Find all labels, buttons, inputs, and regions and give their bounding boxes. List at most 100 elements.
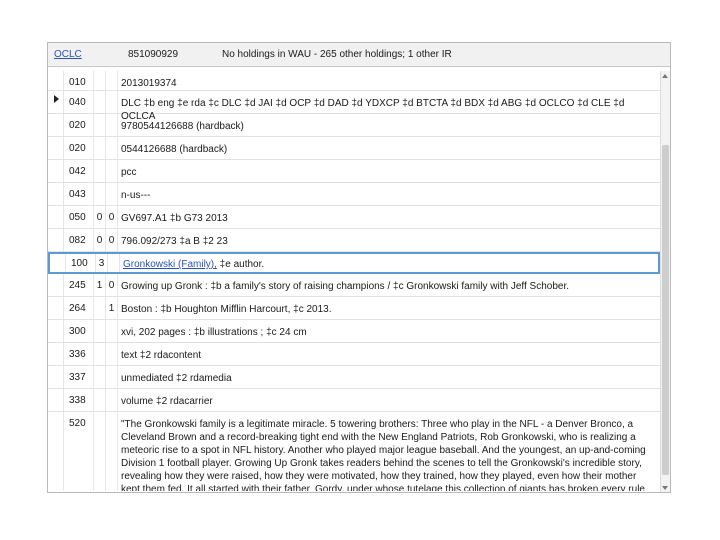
field-tag[interactable]: 300	[64, 320, 94, 342]
indicator-2[interactable]	[106, 366, 118, 388]
indicator-2[interactable]	[106, 114, 118, 136]
row-gutter	[50, 254, 66, 272]
field-value[interactable]: 9780544126688 (hardback)	[118, 114, 660, 136]
indicator-1[interactable]	[94, 114, 106, 136]
marc-field-row[interactable]: 040 DLC ‡b eng ‡e rda ‡c DLC ‡d JAI ‡d O…	[48, 91, 660, 122]
indicator-1[interactable]	[94, 320, 106, 342]
marc-field-row[interactable]: 020 0544126688 (hardback)	[48, 137, 660, 160]
field-tag[interactable]: 050	[64, 206, 94, 228]
indicator-2[interactable]: 0	[106, 206, 118, 228]
field-value[interactable]: DLC ‡b eng ‡e rda ‡c DLC ‡d JAI ‡d OCP ‡…	[118, 91, 660, 122]
row-gutter	[48, 206, 64, 228]
field-tag[interactable]: 264	[64, 297, 94, 319]
marc-field-row[interactable]: 042 pcc	[48, 160, 660, 183]
holdings-summary: No holdings in WAU - 265 other holdings;…	[222, 49, 452, 60]
field-tag[interactable]: 042	[64, 160, 94, 182]
field-value[interactable]: Gronkowski (Family), ‡e author.	[120, 254, 660, 272]
indicator-1[interactable]	[94, 366, 106, 388]
marc-field-row[interactable]: 337 unmediated ‡2 rdamedia	[48, 366, 660, 389]
field-value[interactable]: pcc	[118, 160, 660, 182]
row-gutter	[48, 297, 64, 319]
row-gutter	[48, 389, 64, 411]
field-value[interactable]: Boston : ‡b Houghton Mifflin Harcourt, ‡…	[118, 297, 660, 319]
field-value[interactable]: GV697.A1 ‡b G73 2013	[118, 206, 660, 228]
indicator-2[interactable]	[108, 254, 120, 272]
indicator-1[interactable]	[94, 183, 106, 205]
field-tag[interactable]: 040	[64, 91, 94, 113]
field-value[interactable]: unmediated ‡2 rdamedia	[118, 366, 660, 388]
indicator-1[interactable]	[94, 297, 106, 319]
field-tag[interactable]: 338	[64, 389, 94, 411]
marc-field-row[interactable]: 300 xvi, 202 pages : ‡b illustrations ; …	[48, 320, 660, 343]
field-value[interactable]: "The Gronkowski family is a legitimate m…	[118, 412, 660, 491]
row-gutter	[48, 320, 64, 342]
scroll-down-arrow-icon[interactable]	[662, 486, 668, 490]
marc-field-row[interactable]: 245 1 0 Growing up Gronk : ‡b a family's…	[48, 274, 660, 297]
field-tag[interactable]: 100	[66, 254, 96, 272]
field-tag[interactable]: 010	[64, 71, 94, 90]
indicator-1[interactable]	[94, 412, 106, 491]
field-value[interactable]: 796.092/273 ‡a B ‡2 23	[118, 229, 660, 251]
indicator-1[interactable]: 0	[94, 229, 106, 251]
indicator-1[interactable]: 0	[94, 206, 106, 228]
indicator-2[interactable]	[106, 343, 118, 365]
indicator-1[interactable]	[94, 137, 106, 159]
marc-field-row[interactable]: 520 "The Gronkowski family is a legitima…	[48, 412, 660, 491]
field-value[interactable]: Growing up Gronk : ‡b a family's story o…	[118, 274, 660, 296]
marc-field-row[interactable]: 020 9780544126688 (hardback)	[48, 114, 660, 137]
indicator-1[interactable]	[94, 389, 106, 411]
marc-field-row[interactable]: 264 1 Boston : ‡b Houghton Mifflin Harco…	[48, 297, 660, 320]
row-gutter	[48, 412, 64, 491]
indicator-1[interactable]	[94, 91, 106, 113]
scrollbar-thumb[interactable]	[662, 145, 669, 475]
indicator-2[interactable]	[106, 160, 118, 182]
field-value[interactable]: n-us---	[118, 183, 660, 205]
row-gutter	[48, 71, 64, 90]
field-value[interactable]: 2013019374	[118, 71, 660, 90]
indicator-1[interactable]: 3	[96, 254, 108, 272]
field-tag[interactable]: 245	[64, 274, 94, 296]
field-value[interactable]: volume ‡2 rdacarrier	[118, 389, 660, 411]
field-tag[interactable]: 520	[64, 412, 94, 491]
field-tag[interactable]: 020	[64, 114, 94, 136]
field-tag[interactable]: 336	[64, 343, 94, 365]
indicator-2[interactable]	[106, 71, 118, 90]
indicator-2[interactable]: 1	[106, 297, 118, 319]
row-gutter	[48, 137, 64, 159]
indicator-2[interactable]: 0	[106, 229, 118, 251]
marc-field-row[interactable]: 338 volume ‡2 rdacarrier	[48, 389, 660, 412]
field-tag[interactable]: 043	[64, 183, 94, 205]
field-tag[interactable]: 337	[64, 366, 94, 388]
indicator-2[interactable]	[106, 320, 118, 342]
indicator-2[interactable]	[106, 137, 118, 159]
vertical-scrollbar[interactable]	[660, 71, 670, 492]
indicator-2[interactable]	[106, 91, 118, 113]
indicator-2[interactable]	[106, 412, 118, 491]
row-gutter	[48, 114, 64, 136]
indicator-1[interactable]: 1	[94, 274, 106, 296]
marc-field-row[interactable]: 010 2013019374	[48, 71, 660, 91]
row-gutter	[48, 229, 64, 251]
field-tag[interactable]: 082	[64, 229, 94, 251]
current-row-pointer-icon	[54, 95, 59, 103]
field-value[interactable]: 0544126688 (hardback)	[118, 137, 660, 159]
authority-name-link[interactable]: Gronkowski (Family),	[123, 259, 217, 270]
marc-field-row-selected[interactable]: 100 3 Gronkowski (Family), ‡e author.	[48, 252, 660, 274]
marc-field-row[interactable]: 082 0 0 796.092/273 ‡a B ‡2 23	[48, 229, 660, 252]
indicator-1[interactable]	[94, 160, 106, 182]
indicator-2[interactable]	[106, 183, 118, 205]
oclc-link[interactable]: OCLC	[54, 49, 82, 61]
field-tag[interactable]: 020	[64, 137, 94, 159]
marc-field-grid: 010 2013019374 040 DLC ‡b eng ‡e rda ‡c …	[48, 71, 660, 491]
field-value-rest: ‡e author.	[216, 259, 265, 270]
marc-field-row[interactable]: 050 0 0 GV697.A1 ‡b G73 2013	[48, 206, 660, 229]
scroll-up-arrow-icon[interactable]	[662, 74, 668, 78]
indicator-2[interactable]	[106, 389, 118, 411]
field-value[interactable]: xvi, 202 pages : ‡b illustrations ; ‡c 2…	[118, 320, 660, 342]
indicator-1[interactable]	[94, 343, 106, 365]
marc-field-row[interactable]: 336 text ‡2 rdacontent	[48, 343, 660, 366]
field-value[interactable]: text ‡2 rdacontent	[118, 343, 660, 365]
indicator-2[interactable]: 0	[106, 274, 118, 296]
marc-field-row[interactable]: 043 n-us---	[48, 183, 660, 206]
indicator-1[interactable]	[94, 71, 106, 90]
